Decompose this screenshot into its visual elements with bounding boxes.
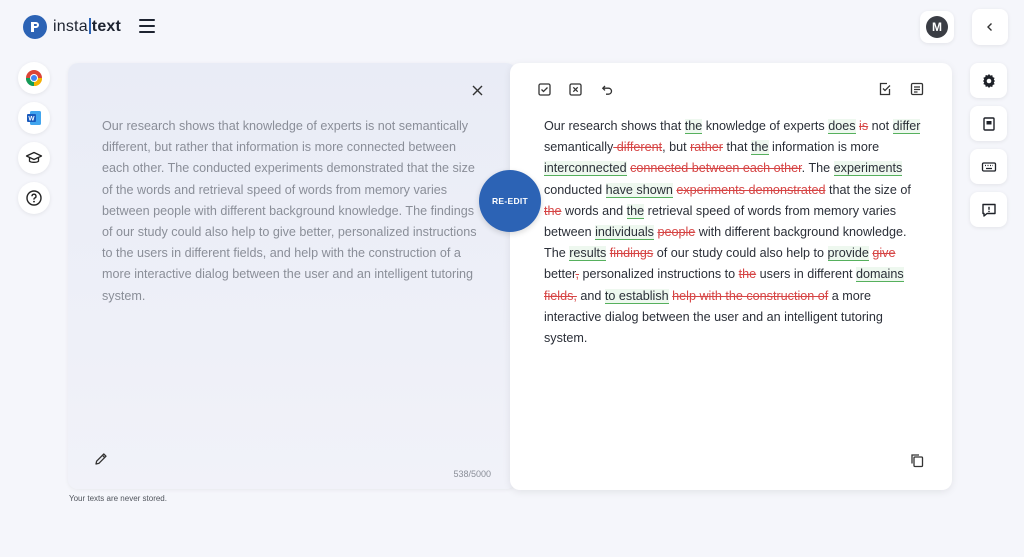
chrome-extension-button[interactable]: [18, 62, 50, 94]
suggestion-insert[interactable]: the: [751, 140, 769, 156]
notes-button[interactable]: [909, 81, 925, 97]
text-segment: users in different: [756, 267, 857, 282]
gear-icon: [982, 73, 995, 88]
copy-icon: [911, 454, 924, 468]
input-panel: Our research shows that knowledge of exp…: [68, 63, 516, 489]
suggestion-insert[interactable]: individuals: [595, 225, 654, 241]
text-segment: better: [544, 267, 576, 282]
suggestion-delete[interactable]: the: [544, 204, 562, 218]
re-edit-button[interactable]: RE-EDIT: [479, 170, 541, 232]
text-segment: personalized instructions to: [579, 267, 739, 282]
logo-text: insta text: [53, 18, 121, 36]
close-icon: [472, 85, 483, 96]
suggestion-delete[interactable]: the: [739, 267, 757, 281]
keyboard-icon: [981, 161, 996, 172]
logo-text-right: text: [91, 18, 122, 35]
suggestion-delete[interactable]: give: [872, 246, 895, 260]
graduation-cap-icon: [25, 151, 43, 163]
suggestion-insert[interactable]: domains: [856, 267, 904, 283]
suggestion-delete[interactable]: people: [657, 225, 695, 239]
avatar[interactable]: M: [920, 11, 954, 43]
text-segment: that: [723, 140, 752, 155]
right-rail: [970, 63, 1007, 227]
text-segment: that the size of: [825, 182, 911, 197]
text-segment: conducted: [544, 182, 606, 197]
help-button[interactable]: [18, 182, 50, 214]
suggestion-insert[interactable]: have shown: [605, 182, 673, 198]
suggestion-delete[interactable]: rather: [690, 140, 723, 154]
left-rail: W: [18, 62, 50, 214]
privacy-note: Your texts are never stored.: [69, 494, 167, 503]
help-icon: [26, 190, 42, 206]
output-text: Our research shows that the knowledge of…: [544, 116, 924, 349]
text-segment: and: [576, 288, 605, 303]
text-segment: of our study could also help to: [653, 246, 828, 261]
pencil-icon: [95, 453, 107, 465]
suggestion-insert[interactable]: the: [626, 203, 645, 219]
output-panel: Our research shows that the knowledge of…: [510, 63, 952, 490]
suggestion-delete[interactable]: is: [859, 119, 868, 133]
dictionary-button[interactable]: [970, 106, 1007, 141]
suggestion-insert[interactable]: does: [828, 119, 856, 134]
settings-button[interactable]: [970, 63, 1007, 98]
chevron-left-icon: [987, 23, 992, 31]
suggestion-insert[interactable]: experiments: [833, 161, 903, 177]
suggestion-insert[interactable]: the: [684, 119, 703, 134]
suggestion-delete[interactable]: fields,: [544, 289, 577, 303]
academy-button[interactable]: [18, 142, 50, 174]
character-counter: 538/5000: [453, 469, 491, 479]
text-segment: not: [868, 119, 893, 133]
feedback-icon: [981, 203, 996, 217]
suggestion-insert[interactable]: interconnected: [544, 161, 627, 177]
suggestion-insert[interactable]: differ: [892, 119, 921, 134]
suggestion-delete[interactable]: connected between each other: [630, 161, 802, 175]
input-textarea[interactable]: Our research shows that knowledge of exp…: [102, 116, 482, 307]
text-segment: . The: [801, 161, 834, 176]
suggestion-insert[interactable]: provide: [827, 246, 869, 262]
logo-text-left: insta: [53, 18, 88, 35]
suggestion-delete[interactable]: findings: [610, 246, 653, 260]
word-addin-button[interactable]: W: [18, 102, 50, 134]
text-segment: knowledge of experts: [702, 119, 829, 133]
suggestion-delete[interactable]: help with the construction of: [672, 289, 828, 303]
book-icon: [982, 116, 995, 131]
feedback-button[interactable]: [970, 192, 1007, 227]
review-checklist-button[interactable]: [877, 81, 893, 97]
undo-button[interactable]: [599, 81, 615, 97]
word-icon: W: [27, 111, 41, 125]
text-segment: , but: [662, 140, 691, 155]
suggestion-insert[interactable]: results: [569, 246, 607, 262]
chrome-icon: [25, 70, 43, 87]
notes-icon: [910, 82, 924, 96]
shortcuts-button[interactable]: [970, 149, 1007, 184]
checklist-icon: [879, 82, 891, 96]
accept-all-button[interactable]: [536, 81, 552, 97]
logo[interactable]: insta text: [23, 15, 121, 39]
undo-icon: [601, 85, 612, 95]
text-segment: Our research shows that: [544, 119, 685, 133]
copy-button[interactable]: [910, 453, 924, 473]
accept-all-icon: [537, 82, 551, 96]
suggestion-delete[interactable]: different: [613, 140, 662, 154]
text-segment: words and: [561, 203, 627, 218]
edit-button[interactable]: [94, 452, 108, 471]
avatar-initial: M: [926, 16, 948, 38]
reject-all-icon: [568, 82, 582, 96]
text-segment: information is more: [768, 140, 880, 155]
suggestion-insert[interactable]: to establish: [604, 288, 669, 304]
logo-icon: [23, 15, 47, 39]
clear-button[interactable]: [472, 81, 483, 101]
text-segment: semantically: [544, 140, 614, 155]
suggestion-delete[interactable]: experiments demonstrated: [676, 183, 825, 197]
svg-text:W: W: [28, 116, 35, 123]
menu-icon[interactable]: [139, 19, 155, 33]
collapse-button[interactable]: [972, 9, 1008, 45]
reject-all-button[interactable]: [567, 81, 583, 97]
